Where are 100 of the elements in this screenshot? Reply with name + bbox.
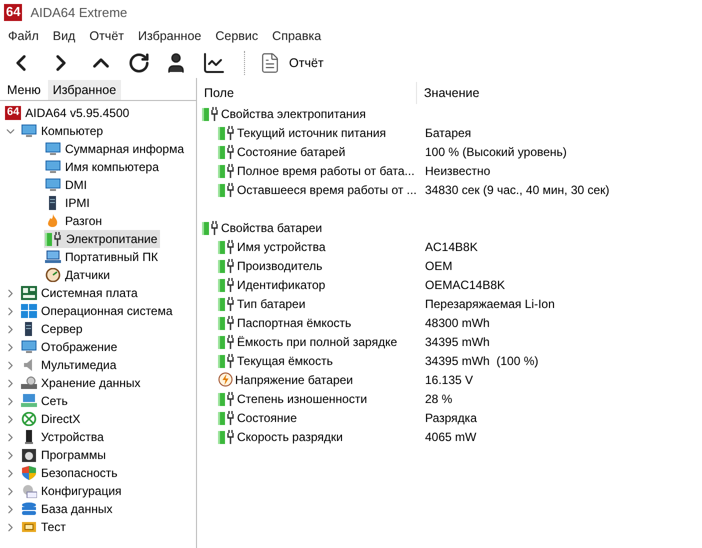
voltage-icon [218, 372, 233, 387]
tree-item[interactable]: База данных [41, 502, 112, 516]
power-icon [218, 126, 235, 140]
power-icon [218, 354, 235, 368]
tree-item[interactable]: Сервер [41, 322, 83, 336]
app-logo: 64 [5, 106, 22, 120]
field-value: 34395 mWh [424, 334, 490, 348]
field-name: Степень изношенности [237, 392, 368, 406]
field-value: 34830 сек (9 час., 40 мин, 30 сек) [424, 182, 610, 196]
drive-icon [21, 376, 37, 390]
field-name: Ёмкость при полной зарядке [237, 334, 398, 348]
power-icon [218, 392, 235, 406]
field-value: AC14B8K [424, 240, 478, 254]
section-title: Свойства батареи [221, 220, 322, 234]
field-name: Текущая ёмкость [237, 354, 333, 368]
field-name: Напряжение батареи [235, 372, 354, 386]
power-icon [202, 106, 219, 120]
column-header[interactable]: Поле [197, 82, 417, 104]
field-value: 16.135 V [424, 372, 474, 386]
power-icon [218, 410, 235, 424]
field-value: 4065 mW [424, 430, 476, 444]
laptop-icon [45, 250, 61, 264]
monitor-icon [45, 160, 61, 174]
tree-item[interactable]: Устройства [41, 430, 104, 444]
tree-item[interactable]: Имя компьютера [65, 160, 159, 174]
field-name: Паспортная ёмкость [237, 316, 352, 330]
database-icon [21, 502, 37, 516]
field-value: 48300 mWh [424, 316, 490, 330]
field-name: Скорость разрядки [237, 430, 343, 444]
tree-item[interactable]: Суммарная информа [65, 142, 184, 156]
field-name: Состояние батарей [237, 144, 346, 158]
tree-item[interactable]: Компьютер [41, 124, 104, 138]
field-value: Перезаряжаемая Li-Ion [424, 296, 555, 310]
app-logo: 64 [4, 4, 22, 21]
power-icon [218, 296, 235, 310]
power-icon [218, 164, 235, 178]
power-icon [218, 316, 235, 330]
shield-icon [21, 466, 37, 480]
tree-item[interactable]: DirectX [41, 412, 80, 426]
menu-item[interactable]: Файл [8, 29, 39, 43]
field-name: Имя устройства [237, 240, 326, 254]
tree-item[interactable]: Разгон [65, 214, 102, 228]
power-icon [218, 182, 235, 196]
field-value: Разрядка [424, 410, 477, 424]
field-name: Состояние [237, 410, 297, 424]
tree-item[interactable]: Портативный ПК [65, 250, 158, 264]
monitor-icon [21, 340, 37, 354]
field-value: OEM [424, 258, 452, 272]
field-name: Тип батареи [237, 296, 306, 310]
menu-item[interactable]: Справка [272, 29, 322, 43]
tree-item[interactable]: Тест [41, 520, 66, 534]
tree-item[interactable]: Операционная система [41, 304, 173, 318]
menu-item[interactable]: Вид [52, 29, 76, 43]
power-icon [45, 232, 62, 246]
tree-item[interactable]: Программы [41, 448, 106, 462]
field-value: OEMAC14B8K [424, 278, 506, 292]
monitor-icon [21, 124, 37, 138]
tree-item[interactable]: Безопасность [41, 466, 118, 480]
monitor-icon [45, 178, 61, 192]
field-value: Батарея [424, 126, 472, 140]
tree-item[interactable]: Мультимедиа [41, 358, 116, 372]
refresh-icon[interactable] [128, 52, 150, 74]
tree-item[interactable]: AIDA64 v5.95.4500 [25, 106, 130, 120]
chart-icon[interactable] [202, 50, 226, 74]
section-title: Свойства электропитания [221, 106, 366, 120]
report-button[interactable]: Отчёт [259, 52, 324, 74]
motherboard-icon [21, 286, 37, 300]
power-icon [218, 144, 235, 158]
tree-item[interactable]: Отображение [41, 340, 118, 354]
power-icon [202, 220, 219, 234]
power-icon [218, 240, 235, 254]
field-name: Текущий источник питания [237, 126, 386, 140]
field-value: 34395 mWh (100 %) [424, 354, 538, 368]
tree-item[interactable]: Системная плата [41, 286, 138, 300]
tree-item[interactable]: DMI [65, 178, 87, 192]
tree-item[interactable]: IPMI [65, 196, 90, 210]
tree-item[interactable]: Сеть [41, 394, 68, 408]
field-name: Полное время работы от бата... [237, 164, 415, 178]
monitor-icon [45, 142, 61, 156]
network-icon [21, 394, 37, 408]
test-icon [21, 520, 37, 534]
field-name: Оставшееся время работы от ... [237, 182, 417, 196]
menu-item[interactable]: Сервис [215, 29, 258, 43]
field-value: Неизвестно [424, 164, 490, 178]
field-name: Производитель [237, 258, 322, 272]
power-icon [218, 258, 235, 272]
tree-item[interactable]: Конфигурация [41, 484, 122, 498]
sidebar-tab[interactable]: Избранное [48, 80, 122, 100]
tree-item[interactable]: Хранение данных [41, 376, 141, 390]
menu-item[interactable]: Избранное [138, 29, 202, 43]
field-value: 100 % (Высокий уровень) [424, 144, 567, 158]
disc-box-icon [21, 448, 37, 462]
column-header[interactable]: Значение [417, 82, 617, 104]
field-value: 28 % [424, 392, 452, 406]
menu-item[interactable]: Отчёт [89, 29, 124, 43]
tree-item[interactable]: Датчики [65, 268, 110, 282]
windows-icon [21, 304, 37, 318]
power-icon [218, 278, 235, 292]
gauge-icon [45, 268, 61, 282]
field-name: Идентификатор [237, 278, 326, 292]
